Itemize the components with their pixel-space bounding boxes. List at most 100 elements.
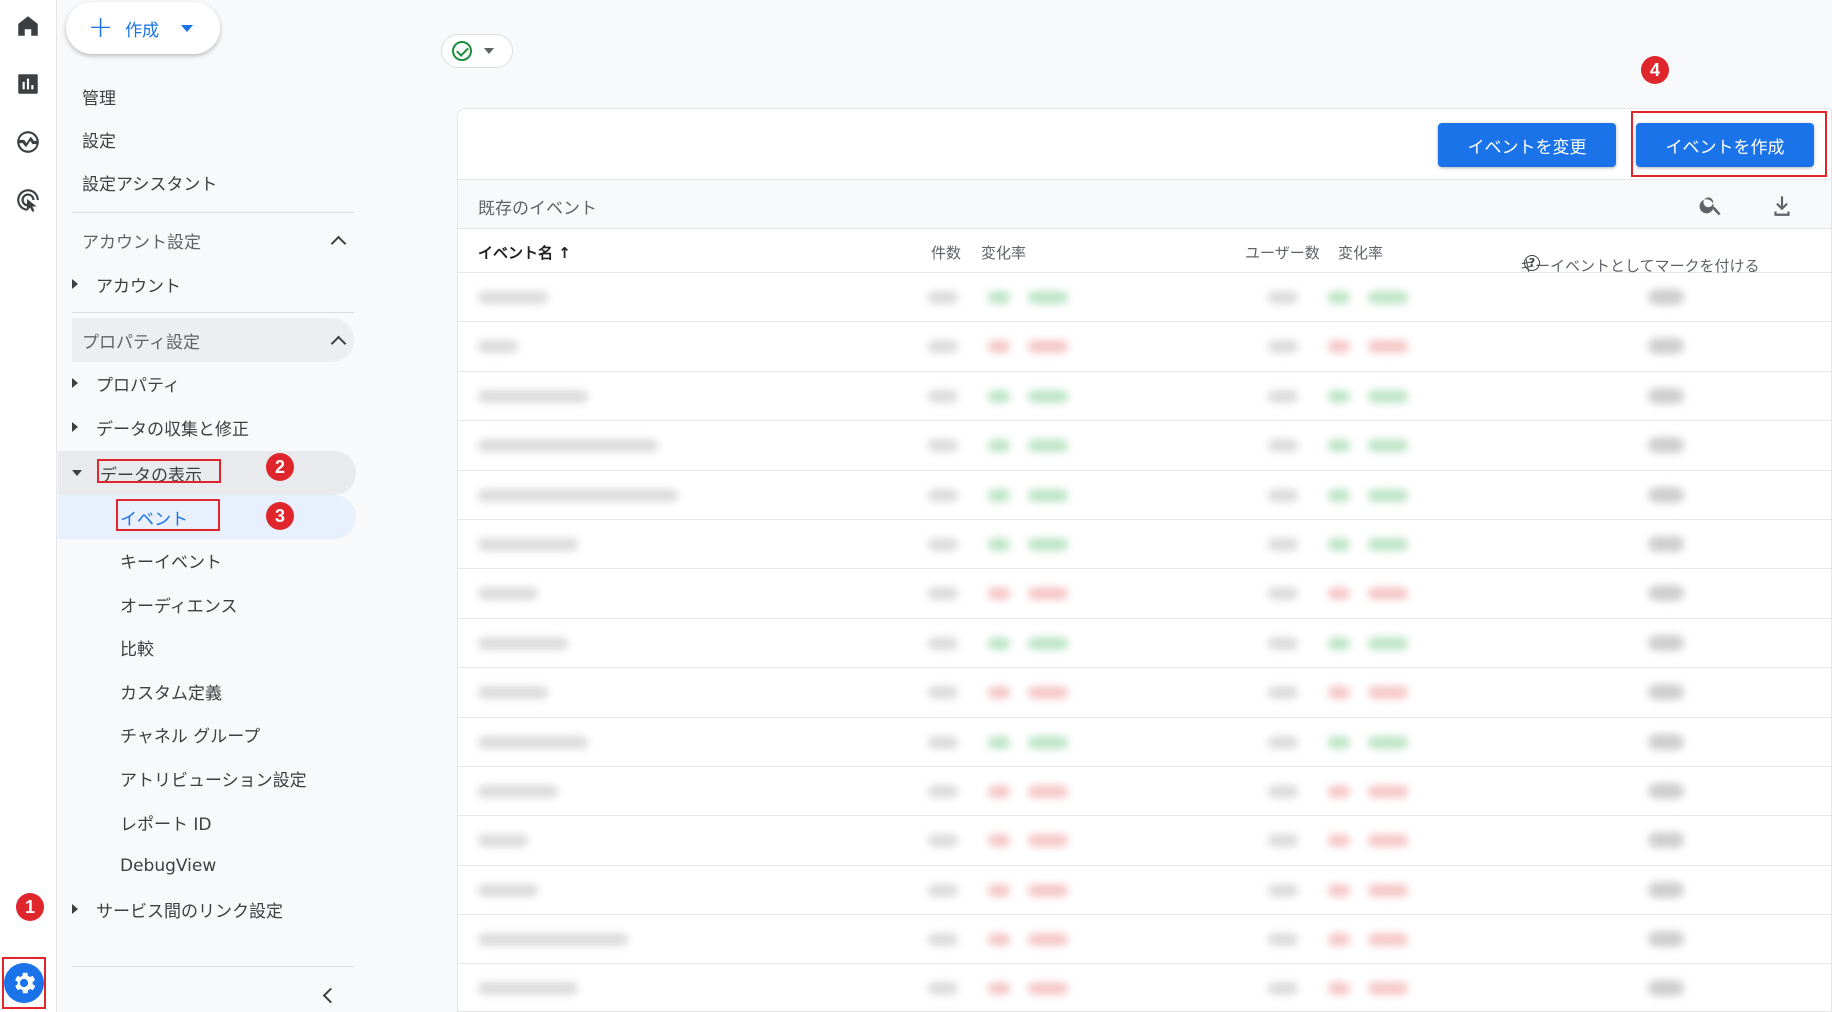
redacted-cell xyxy=(988,982,1010,996)
redacted-cell xyxy=(1328,933,1350,947)
redacted-cell xyxy=(1648,387,1684,404)
redacted-cell xyxy=(1648,585,1684,602)
home-icon[interactable] xyxy=(8,6,48,46)
column-count[interactable]: 件数 xyxy=(931,242,961,263)
table-row[interactable] xyxy=(458,915,1831,965)
existing-events-header: 既存のイベント xyxy=(458,179,1831,229)
advertising-icon[interactable] xyxy=(8,180,48,220)
redacted-cell xyxy=(1368,982,1408,996)
create-button[interactable]: + 作成 xyxy=(66,2,220,54)
redacted-cell xyxy=(478,587,538,601)
table-row[interactable] xyxy=(458,866,1831,916)
nav-item-account[interactable]: アカウント xyxy=(72,264,181,304)
table-row[interactable] xyxy=(458,273,1831,323)
table-row[interactable] xyxy=(458,421,1831,471)
redacted-cell xyxy=(1028,933,1068,947)
column-users[interactable]: ユーザー数 xyxy=(1245,242,1320,263)
account-settings-header[interactable]: アカウント設定 xyxy=(72,218,354,262)
redacted-cell xyxy=(478,982,578,996)
annotation-badge-4: 4 xyxy=(1641,56,1669,84)
redacted-cell xyxy=(1368,636,1408,650)
redacted-cell xyxy=(1328,291,1350,304)
nav-item-custom-definitions[interactable]: カスタム定義 xyxy=(120,671,222,711)
nav-item-reporting-id[interactable]: レポート ID xyxy=(120,802,212,842)
table-row[interactable] xyxy=(458,322,1831,372)
redacted-cell xyxy=(1648,684,1684,701)
nav-divider xyxy=(72,966,354,967)
redacted-cell xyxy=(988,537,1010,551)
redacted-cell xyxy=(1268,291,1298,304)
nav-item-audiences[interactable]: オーディエンス xyxy=(120,584,237,624)
nav-item-channel-groups[interactable]: チャネル グループ xyxy=(120,714,260,754)
modify-event-button[interactable]: イベントを変更 xyxy=(1438,123,1616,167)
redacted-cell xyxy=(1648,338,1684,355)
redacted-cell xyxy=(1368,439,1408,453)
redacted-cell xyxy=(1328,636,1350,650)
redacted-cell xyxy=(1648,535,1684,552)
nav-item-comparisons[interactable]: 比較 xyxy=(120,627,154,667)
chevron-down-icon xyxy=(484,48,494,54)
chevron-down-icon xyxy=(181,24,194,32)
redacted-cell xyxy=(478,784,558,798)
redacted-cell xyxy=(478,636,568,650)
nav-item-data-collection[interactable]: データの収集と修正 xyxy=(72,407,249,447)
admin-button[interactable] xyxy=(2,957,46,1009)
table-row[interactable] xyxy=(458,372,1831,422)
table-row[interactable] xyxy=(458,471,1831,520)
table-row[interactable] xyxy=(458,718,1831,767)
table-row[interactable] xyxy=(458,569,1831,619)
redacted-cell xyxy=(1028,291,1068,304)
status-chip[interactable] xyxy=(441,34,513,68)
table-row[interactable] xyxy=(458,816,1831,866)
nav-item-attribution-settings[interactable]: アトリビューション設定 xyxy=(120,758,307,798)
reports-icon[interactable] xyxy=(8,64,48,104)
nav-item-product-links[interactable]: サービス間のリンク設定 xyxy=(72,889,283,929)
nav-item-settings[interactable]: 設定 xyxy=(82,119,116,159)
redacted-cell xyxy=(988,587,1010,601)
redacted-cell xyxy=(928,340,958,354)
redacted-cell xyxy=(1368,587,1408,601)
redacted-cell xyxy=(1368,834,1408,848)
redacted-cell xyxy=(1368,883,1408,897)
property-settings-header[interactable]: プロパティ設定 xyxy=(72,318,354,362)
create-event-button[interactable]: イベントを作成 xyxy=(1636,123,1814,167)
redacted-cell xyxy=(1648,832,1684,849)
search-icon[interactable] xyxy=(1698,192,1724,218)
redacted-cell xyxy=(1368,933,1408,947)
nav-item-key-events[interactable]: キーイベント xyxy=(120,540,222,580)
column-event-name[interactable]: イベント名 ↑ xyxy=(478,242,571,263)
expand-arrow-icon xyxy=(72,422,78,432)
redacted-cell xyxy=(1368,784,1408,798)
table-row[interactable] xyxy=(458,668,1831,718)
nav-divider xyxy=(72,312,354,313)
redacted-cell xyxy=(928,389,958,403)
table-row[interactable] xyxy=(458,520,1831,570)
redacted-cell xyxy=(928,933,958,947)
existing-events-title: 既存のイベント xyxy=(478,199,597,219)
collapse-nav-chevron-icon[interactable] xyxy=(318,985,338,1005)
nav-item-setup-assistant[interactable]: 設定アシスタント xyxy=(82,162,217,202)
redacted-cell xyxy=(1268,883,1298,897)
nav-item-property[interactable]: プロパティ xyxy=(72,363,180,403)
help-icon[interactable]: ? xyxy=(1524,255,1540,271)
table-row[interactable] xyxy=(458,767,1831,817)
nav-item-admin[interactable]: 管理 xyxy=(82,76,116,116)
column-count-change: 変化率 xyxy=(981,244,1027,262)
redacted-cell xyxy=(1028,636,1068,650)
redacted-cell xyxy=(478,389,588,403)
table-row[interactable] xyxy=(458,619,1831,669)
gear-icon xyxy=(4,963,44,1003)
redacted-cell xyxy=(1028,488,1068,502)
redacted-cell xyxy=(988,834,1010,848)
nav-item-debugview[interactable]: DebugView xyxy=(120,846,216,886)
download-icon[interactable] xyxy=(1769,192,1795,218)
redacted-cell xyxy=(1028,389,1068,403)
redacted-cell xyxy=(478,537,578,551)
explore-icon[interactable] xyxy=(8,122,48,162)
table-row[interactable] xyxy=(458,964,1831,1011)
redacted-cell xyxy=(928,636,958,650)
redacted-cell xyxy=(988,735,1010,749)
redacted-cell xyxy=(478,834,528,848)
redacted-cell xyxy=(1268,982,1298,996)
redacted-cell xyxy=(1028,340,1068,354)
